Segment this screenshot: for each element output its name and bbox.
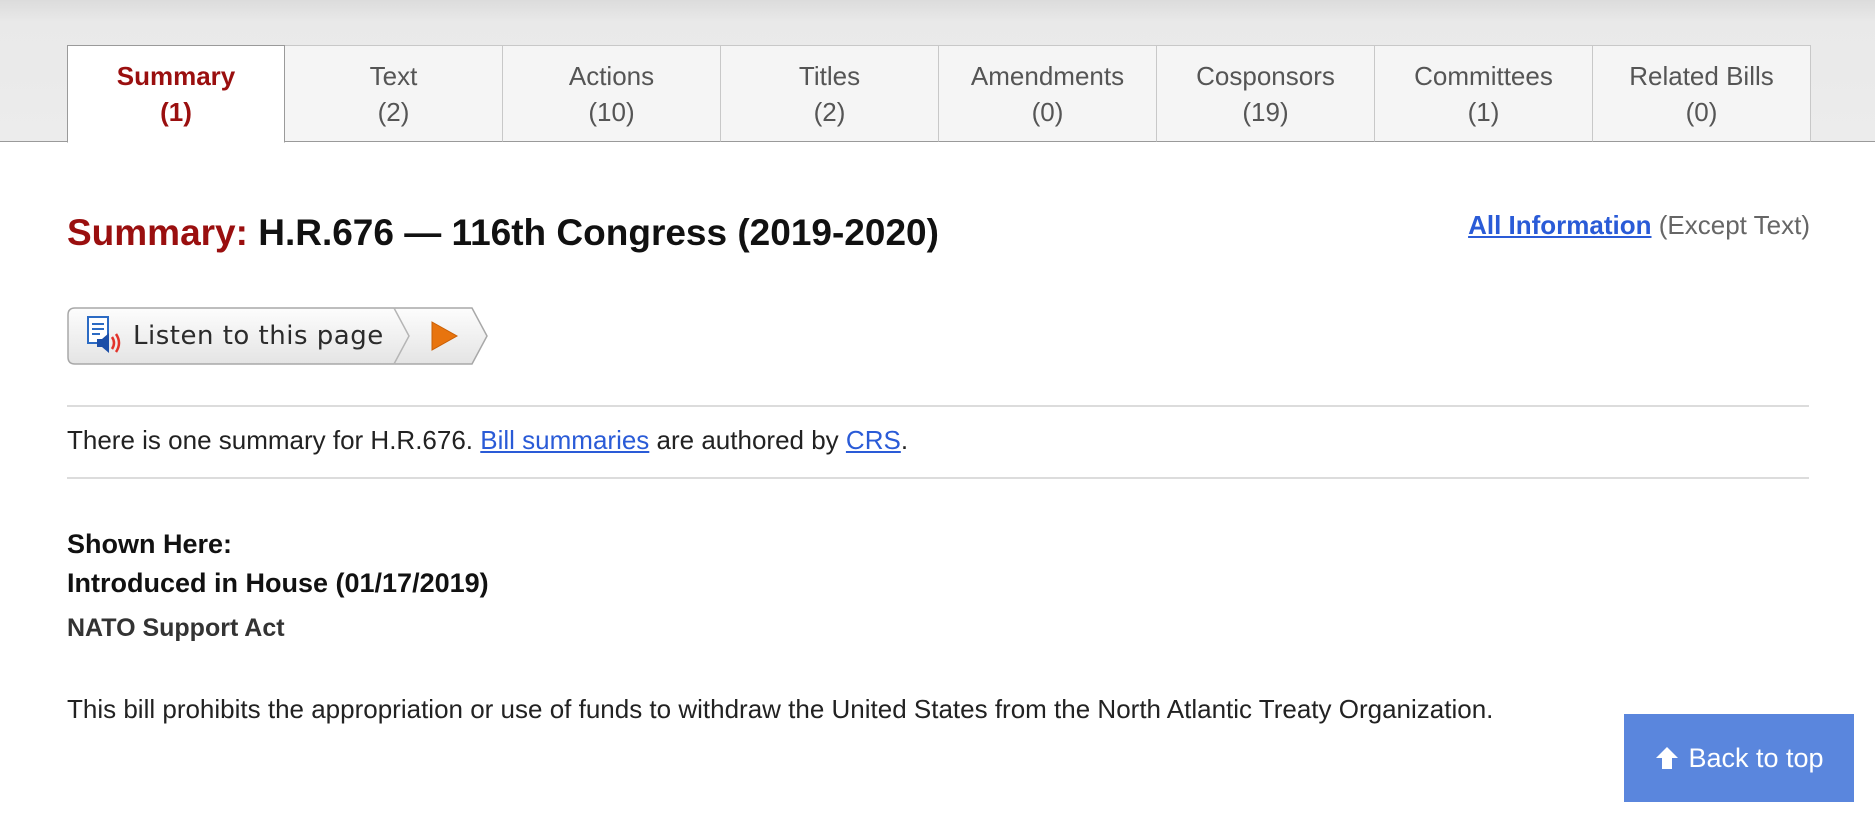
- back-to-top-button[interactable]: Back to top: [1624, 714, 1854, 802]
- page-title-bill: H.R.676 — 116th Congress (2019-2020): [258, 212, 939, 253]
- all-information-group: All Information (Except Text): [1468, 210, 1810, 241]
- divider: [67, 405, 1809, 407]
- play-icon: [431, 321, 459, 351]
- tab-related-bills[interactable]: Related Bills (0): [1593, 45, 1811, 142]
- tab-count: (0): [1031, 96, 1064, 127]
- divider: [67, 477, 1809, 479]
- tab-bar: Summary (1) Text (2) Actions (10) Titles…: [67, 45, 1811, 143]
- tab-count: (1): [160, 97, 192, 127]
- tab-count: (0): [1685, 96, 1718, 127]
- summary-note-text: There is one summary for H.R.676.: [67, 425, 474, 455]
- tab-label: Committees: [1414, 60, 1553, 91]
- document-speaker-icon: [87, 316, 121, 353]
- tab-cosponsors[interactable]: Cosponsors (19): [1157, 45, 1375, 142]
- tab-label: Related Bills: [1629, 60, 1774, 91]
- tab-count: (2): [377, 96, 410, 127]
- all-information-suffix: (Except Text): [1658, 210, 1810, 240]
- shown-here-label: Shown Here:: [67, 529, 233, 559]
- tab-label: Text: [369, 60, 418, 91]
- page-title-label: Summary:: [67, 212, 248, 253]
- tab-count: (19): [1242, 96, 1289, 127]
- back-to-top-label: Back to top: [1688, 742, 1824, 773]
- all-information-link[interactable]: All Information: [1468, 210, 1651, 240]
- summary-body: This bill prohibits the appropriation or…: [67, 694, 1494, 724]
- tab-text[interactable]: Text (2): [285, 45, 503, 142]
- tab-amendments[interactable]: Amendments (0): [939, 45, 1157, 142]
- tab-titles[interactable]: Titles (2): [721, 45, 939, 142]
- summary-note-period: .: [900, 425, 909, 455]
- listen-to-page-button[interactable]: Listen to this page: [67, 307, 488, 365]
- tab-count: (1): [1467, 96, 1500, 127]
- introduced-date: Introduced in House (01/17/2019): [67, 568, 489, 598]
- tab-label: Cosponsors: [1196, 60, 1335, 91]
- tab-label: Actions: [568, 60, 655, 91]
- tab-count: (10): [588, 96, 635, 127]
- version-heading: Shown Here: Introduced in House (01/17/2…: [67, 525, 489, 603]
- bill-summaries-link[interactable]: Bill summaries: [480, 425, 649, 455]
- summary-count-note: There is one summary for H.R.676. Bill s…: [67, 425, 908, 456]
- page-title: Summary: H.R.676 — 116th Congress (2019-…: [67, 212, 939, 254]
- tab-summary[interactable]: Summary (1): [67, 45, 285, 143]
- crs-link[interactable]: CRS: [846, 425, 901, 455]
- tab-label: Summary: [116, 61, 236, 91]
- tab-committees[interactable]: Committees (1): [1375, 45, 1593, 142]
- summary-note-text: are authored by: [656, 425, 839, 455]
- listen-label: Listen to this page: [133, 321, 384, 351]
- tab-label: Amendments: [970, 60, 1125, 91]
- tab-label: Titles: [798, 60, 861, 91]
- arrow-up-icon: [1656, 747, 1679, 769]
- tab-count: (2): [813, 96, 846, 127]
- tab-actions[interactable]: Actions (10): [503, 45, 721, 142]
- act-name: NATO Support Act: [67, 614, 285, 642]
